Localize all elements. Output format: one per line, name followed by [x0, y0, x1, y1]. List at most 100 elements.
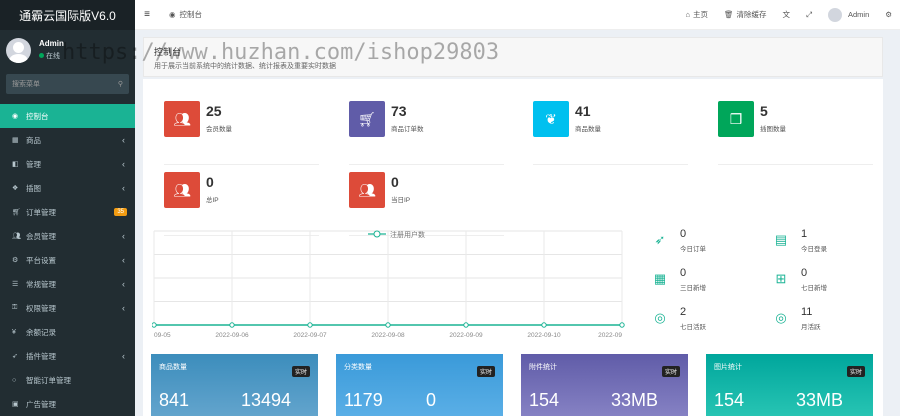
mini-stat: ◎ 2 七日活跃 [652, 306, 762, 336]
summary-panel: 附件统计 实时 154 33MB [521, 354, 688, 416]
sidebar-menu: ◉ 控制台 ▦ 商品 ‹ ◧ 管理 ‹ ❖ 插图 ‹ 🛒︎ 订单管理 35 👥︎ 会员管理 ‹ ⚙ 平台设置 ‹ ☰ 常规… [0, 104, 135, 416]
online-dot-icon [39, 53, 44, 58]
language-icon[interactable]: 文 [783, 9, 791, 20]
stat-card: 👥︎ 25 会员数量 [164, 101, 319, 165]
mini-stat-value: 1 [801, 228, 808, 240]
search-icon[interactable]: ⚲ [118, 80, 123, 88]
register-users-chart: 注册用户数 09-05 2022-09-06 2022-09-07 2022-09-08… [152, 230, 625, 339]
mini-stat-value: 11 [801, 306, 813, 318]
sidebar-item-6[interactable]: ⚙ 平台设置 ‹ [0, 248, 135, 272]
app-logo[interactable]: 通霸云国际版V6.0 [0, 0, 135, 30]
home-icon: ⌂ [685, 10, 690, 19]
sidebar-item-5[interactable]: 👥︎ 会员管理 ‹ [0, 224, 135, 248]
panel-title: 商品数量 [159, 364, 187, 371]
user-panel: Admin 在线 [0, 30, 135, 70]
key-icon: ⚿ [12, 304, 18, 311]
mini-stat: ➶ 0 今日订单 [652, 228, 762, 258]
status-badge: 实时 [846, 366, 865, 377]
clear-cache-label: 清除缓存 [736, 10, 767, 19]
search-input[interactable]: 搜索菜单 ⚲ [6, 74, 129, 94]
sidebar-item-label: 广告管理 [26, 399, 56, 409]
panel-title: 附件统计 [529, 364, 557, 371]
sidebar-item-label: 余额记录 [26, 327, 56, 337]
user-status: 在线 [39, 51, 64, 61]
data-point [385, 322, 391, 328]
users-icon: 👥︎ [349, 172, 385, 208]
calendar-icon: ▦ [653, 271, 667, 286]
mini-stat: ◎ 11 月活跃 [773, 306, 883, 336]
mini-stat-value: 0 [680, 267, 687, 279]
panel-title: 图片统计 [714, 364, 742, 371]
mini-stat: ▦ 0 三日新增 [652, 267, 762, 297]
mini-stat-value: 0 [801, 267, 808, 279]
sidebar-item-3[interactable]: ❖ 插图 ‹ [0, 176, 135, 200]
sidebar-item-10[interactable]: ➶ 插件管理 ‹ [0, 344, 135, 368]
product-icon: ▦ [12, 137, 19, 144]
avatar [828, 7, 842, 22]
gear-icon[interactable]: ⚙ [885, 10, 892, 19]
divider [349, 164, 504, 165]
sidebar-item-9[interactable]: ¥ 余额记录 [0, 320, 135, 344]
status-badge: 实时 [291, 366, 310, 377]
manage-icon: ◧ [12, 161, 19, 168]
chevron-left-icon: ‹ [122, 255, 125, 265]
stat-value: 41 [575, 103, 591, 119]
data-point [619, 322, 625, 328]
sidebar-item-label: 权限管理 [26, 303, 56, 313]
cart-icon: 🛒︎ [349, 101, 385, 137]
panel-value-secondary: 33MB [611, 390, 659, 410]
page-title: 控制台 [154, 47, 182, 57]
data-point [463, 322, 469, 328]
home-link[interactable]: ⌂ 主页 [685, 9, 708, 20]
mini-stat-value: 2 [680, 306, 687, 318]
stat-label: 会员数量 [206, 126, 232, 133]
dashboard-icon: ◉ [12, 113, 19, 120]
sidebar-item-1[interactable]: ▦ 商品 ‹ [0, 128, 135, 152]
stat-value: 0 [391, 174, 399, 190]
panel-value-primary: 841 [159, 390, 190, 410]
stat-label: 总IP [206, 197, 219, 204]
menu-toggle-icon[interactable]: ≡ [135, 9, 159, 20]
x-tick-label: 09-05 [154, 332, 171, 339]
stat-card: ❒ 5 插图数量 [718, 101, 873, 165]
sidebar-item-2[interactable]: ◧ 管理 ‹ [0, 152, 135, 176]
sidebar-item-11[interactable]: ○ 智能订单管理 [0, 368, 135, 392]
sidebar-item-label: 订单管理 [26, 207, 56, 217]
sidebar-item-0[interactable]: ◉ 控制台 [0, 104, 135, 128]
user-avatar [6, 37, 31, 63]
fullscreen-icon[interactable]: ⤢ [806, 10, 812, 20]
sidebar-item-8[interactable]: ⚿ 权限管理 ‹ [0, 296, 135, 320]
user-menu[interactable]: Admin [828, 7, 869, 22]
divider [164, 164, 319, 165]
x-tick-label: 2022-09-09 [449, 332, 483, 339]
clear-cache-button[interactable]: 🗑︎ 清除缓存 [724, 9, 767, 20]
chevron-left-icon: ‹ [122, 303, 125, 313]
sidebar-item-12[interactable]: ▣ 广告管理 [0, 392, 135, 416]
settings-icon: ⚙ [12, 257, 19, 264]
page-head: 控制台 用于展示当前系统中的统计数据、统计报表及重要实时数据 [143, 37, 883, 77]
page-subtitle: 用于展示当前系统中的统计数据、统计报表及重要实时数据 [154, 63, 336, 70]
mini-stat: ⊞ 0 七日新增 [773, 267, 883, 297]
trash-icon: 🗑︎ [723, 10, 734, 19]
data-point [307, 322, 313, 328]
sidebar-item-7[interactable]: ☰ 常规管理 ‹ [0, 272, 135, 296]
chevron-left-icon: ‹ [122, 279, 125, 289]
tab-dashboard[interactable]: ◉ 控制台 [159, 9, 212, 20]
mini-stat-label: 月活跃 [801, 324, 821, 331]
leaf-icon: ❦ [533, 101, 569, 137]
stat-card: ❦ 41 商品数量 [533, 101, 688, 165]
data-point [229, 322, 235, 328]
mini-stat-value: 0 [680, 228, 687, 240]
home-label: 主页 [692, 10, 708, 19]
sidebar-item-4[interactable]: 🛒︎ 订单管理 35 [0, 200, 135, 224]
sidebar-item-label: 插件管理 [26, 351, 56, 361]
x-tick-label: 2022-09-07 [293, 332, 327, 339]
panel-value-secondary: 0 [426, 390, 437, 410]
chevron-left-icon: ‹ [122, 351, 125, 361]
stat-value: 5 [760, 103, 768, 119]
panel-value-primary: 154 [529, 390, 560, 410]
users-icon: 👥︎ [12, 233, 21, 240]
sidebar-item-label: 控制台 [26, 111, 49, 121]
rocket-icon: ➶ [654, 232, 666, 247]
sidebar-item-label: 会员管理 [26, 231, 56, 241]
